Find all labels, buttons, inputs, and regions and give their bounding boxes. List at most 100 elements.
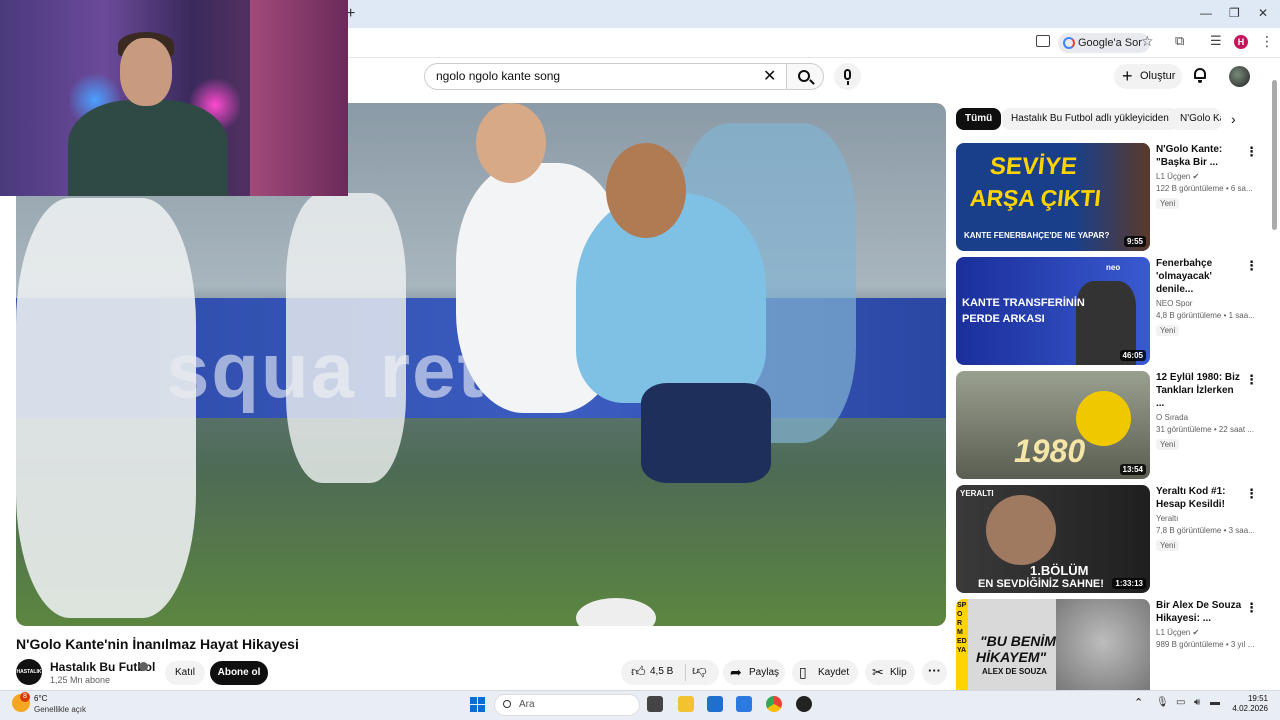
channel-name[interactable]: L1 Üçgen	[1156, 628, 1190, 637]
subscribe-button[interactable]: Abone ol	[210, 661, 268, 685]
mail-icon[interactable]	[736, 696, 752, 712]
bookmark-star-icon[interactable]: ☆	[1141, 33, 1154, 50]
blurred-player-middle	[286, 193, 406, 483]
chevron-right-icon[interactable]: ›	[1231, 111, 1236, 127]
blurred-player-left	[16, 198, 196, 618]
thumbnail-text: 1.BÖLÜM	[1030, 563, 1089, 578]
more-options-icon[interactable]: ⋮	[1245, 144, 1258, 160]
search-button[interactable]	[786, 63, 824, 90]
video-title[interactable]: Bir Alex De Souza Hikayesi: ...	[1156, 599, 1244, 625]
more-options-icon[interactable]: ⋮	[1245, 600, 1256, 616]
channel-name[interactable]: L1 Üçgen	[1156, 172, 1190, 181]
recommended-video[interactable]: neo KANTE TRANSFERİNİN PERDE ARKASI 46:0…	[956, 257, 1258, 365]
channel-avatar[interactable]: HASTALIK	[16, 659, 42, 685]
minimize-window-icon[interactable]: —	[1200, 6, 1212, 20]
thumbnail-text: PERDE ARKASI	[962, 313, 1045, 325]
clear-search-icon[interactable]: ✕	[763, 66, 776, 86]
video-thumbnail[interactable]: SPOR MEDYA "BU BENİM HİKAYEM" ALEX DE SO…	[956, 599, 1150, 690]
subscriber-count: 1,25 Mn abone	[50, 675, 111, 685]
chip-all[interactable]: Tümü	[956, 108, 1002, 130]
taskbar-search[interactable]: Ara	[494, 694, 640, 716]
bookmark-icon: ▯	[799, 664, 807, 680]
windows-start-icon[interactable]	[470, 697, 486, 713]
clip-label: Klip	[890, 667, 907, 678]
browser-profile-avatar[interactable]: H	[1234, 35, 1248, 49]
video-meta: 122 B görüntüleme • 6 sa...	[1156, 184, 1253, 193]
thumbnail-text: ARŞA ÇIKTI	[968, 185, 1103, 211]
voice-search-button[interactable]	[834, 63, 861, 90]
speaker-icon[interactable]: 🔊︎	[1194, 697, 1200, 708]
chip-ngolo-kante[interactable]: N'Golo Kante	[1171, 108, 1221, 130]
more-actions-button[interactable]: ···	[922, 660, 947, 685]
extensions-icon[interactable]: ⧉	[1175, 33, 1184, 49]
account-avatar[interactable]	[1229, 66, 1250, 87]
store-icon[interactable]	[707, 696, 723, 712]
thumbnail-text: HİKAYEM"	[976, 649, 1047, 665]
recommended-video[interactable]: SPOR MEDYA "BU BENİM HİKAYEM" ALEX DE SO…	[956, 599, 1256, 690]
football	[576, 598, 656, 626]
blue-kit-player-shorts	[641, 383, 771, 483]
microphone-icon[interactable]: 🎙︎	[1156, 697, 1169, 708]
clip-button[interactable]: ✂ Klip	[865, 660, 915, 685]
thumbnail-text: EN SEVDİĞİNİZ SAHNE!	[978, 578, 1104, 590]
video-thumbnail[interactable]: neo KANTE TRANSFERİNİN PERDE ARKASI 46:0…	[956, 257, 1150, 365]
thumbnail-text: "BU BENİM	[980, 633, 1056, 649]
channel-name[interactable]: NEO Spor	[1156, 299, 1244, 308]
taskbar-clock[interactable]: 19:51 4.02.2026	[1232, 694, 1268, 714]
taskbar-search-placeholder: Ara	[519, 699, 535, 710]
google-icon	[1063, 37, 1075, 49]
thumbnail-text: KANTE FENERBAHÇE'DE NE YAPAR?	[964, 231, 1110, 240]
video-thumbnail[interactable]: 1980 13:54	[956, 371, 1150, 479]
video-thumbnail[interactable]: SEVİYE ARŞA ÇIKTI KANTE FENERBAHÇE'DE NE…	[956, 143, 1150, 251]
thumbnail-text: KANTE TRANSFERİNİN	[962, 297, 1085, 309]
close-window-icon[interactable]: ✕	[1258, 6, 1268, 20]
recommended-video[interactable]: 1980 13:54 12 Eylül 1980: Biz Tankları İ…	[956, 371, 1258, 479]
more-options-icon[interactable]: ⋮	[1245, 372, 1258, 388]
reading-list-icon[interactable]: ☰	[1210, 33, 1222, 49]
like-count[interactable]: 4,5 B	[650, 666, 673, 677]
video-title[interactable]: 12 Eylül 1980: Biz Tankları İzlerken ...	[1156, 371, 1244, 410]
new-badge: Yeni	[1156, 439, 1180, 450]
cast-icon[interactable]	[1036, 35, 1050, 47]
chrome-icon[interactable]	[766, 696, 782, 712]
notifications-bell-icon[interactable]	[1193, 67, 1207, 83]
channel-name[interactable]: Yeraltı	[1156, 514, 1244, 523]
video-title[interactable]: N'Golo Kante: "Başka Bir ...	[1156, 143, 1244, 169]
windows-taskbar	[0, 690, 1280, 720]
recommended-video[interactable]: SEVİYE ARŞA ÇIKTI KANTE FENERBAHÇE'DE NE…	[956, 143, 1258, 251]
channel-name[interactable]: O Sırada	[1156, 413, 1244, 422]
save-label: Kaydet	[818, 667, 850, 678]
restore-window-icon[interactable]: ❐	[1229, 6, 1240, 20]
browser-menu-icon[interactable]: ⋮	[1260, 33, 1274, 50]
video-meta: 989 B görüntüleme • 3 yıl ...	[1156, 640, 1254, 649]
create-button[interactable]: + Oluştur	[1114, 64, 1182, 89]
file-explorer-icon[interactable]	[678, 696, 694, 712]
weather-badge: 8	[20, 692, 30, 702]
thumbnail-text: SEVİYE	[988, 153, 1079, 180]
search-input[interactable]: ngolo ngolo kante song	[424, 63, 786, 90]
video-title[interactable]: Fenerbahçe 'olmayacak' denile...	[1156, 257, 1244, 296]
google-ask-label: Google'a Sor	[1078, 37, 1142, 49]
task-view-icon[interactable]	[647, 696, 663, 712]
save-button[interactable]: ▯ Kaydet	[792, 660, 858, 685]
more-options-icon[interactable]: ⋮	[1245, 486, 1258, 502]
battery-icon[interactable]: ▬	[1210, 697, 1220, 708]
scrollbar-thumb[interactable]	[1272, 80, 1277, 230]
new-badge: Yeni	[1156, 325, 1180, 336]
monitor-icon[interactable]: ▭	[1176, 697, 1185, 708]
chip-from-uploader[interactable]: Hastalık Bu Futbol adlı yükleyiciden	[1002, 108, 1178, 130]
weather-condition[interactable]: Genellikle açık	[34, 705, 86, 714]
thumbs-up-icon[interactable]: 👍︎	[631, 663, 646, 680]
obs-icon[interactable]	[796, 696, 812, 712]
share-button[interactable]: ➦ Paylaş	[723, 660, 785, 685]
temperature[interactable]: 6°C	[34, 694, 47, 703]
video-title[interactable]: Yeraltı Kod #1: Hesap Kesildi!	[1156, 485, 1244, 511]
recommended-video[interactable]: YERALTI 1.BÖLÜM EN SEVDİĞİNİZ SAHNE! 1:3…	[956, 485, 1258, 593]
more-options-icon[interactable]: ⋮	[1245, 258, 1258, 274]
thumbs-down-icon[interactable]: 👍︎	[692, 663, 707, 680]
video-thumbnail[interactable]: YERALTI 1.BÖLÜM EN SEVDİĞİNİZ SAHNE! 1:3…	[956, 485, 1150, 593]
thumbnail-text: ALEX DE SOUZA	[982, 667, 1047, 676]
join-button[interactable]: Katıl	[165, 661, 205, 685]
google-ask-button[interactable]: Google'a Sor	[1058, 33, 1150, 53]
tray-chevron-up-icon[interactable]: ⌃	[1134, 696, 1143, 709]
